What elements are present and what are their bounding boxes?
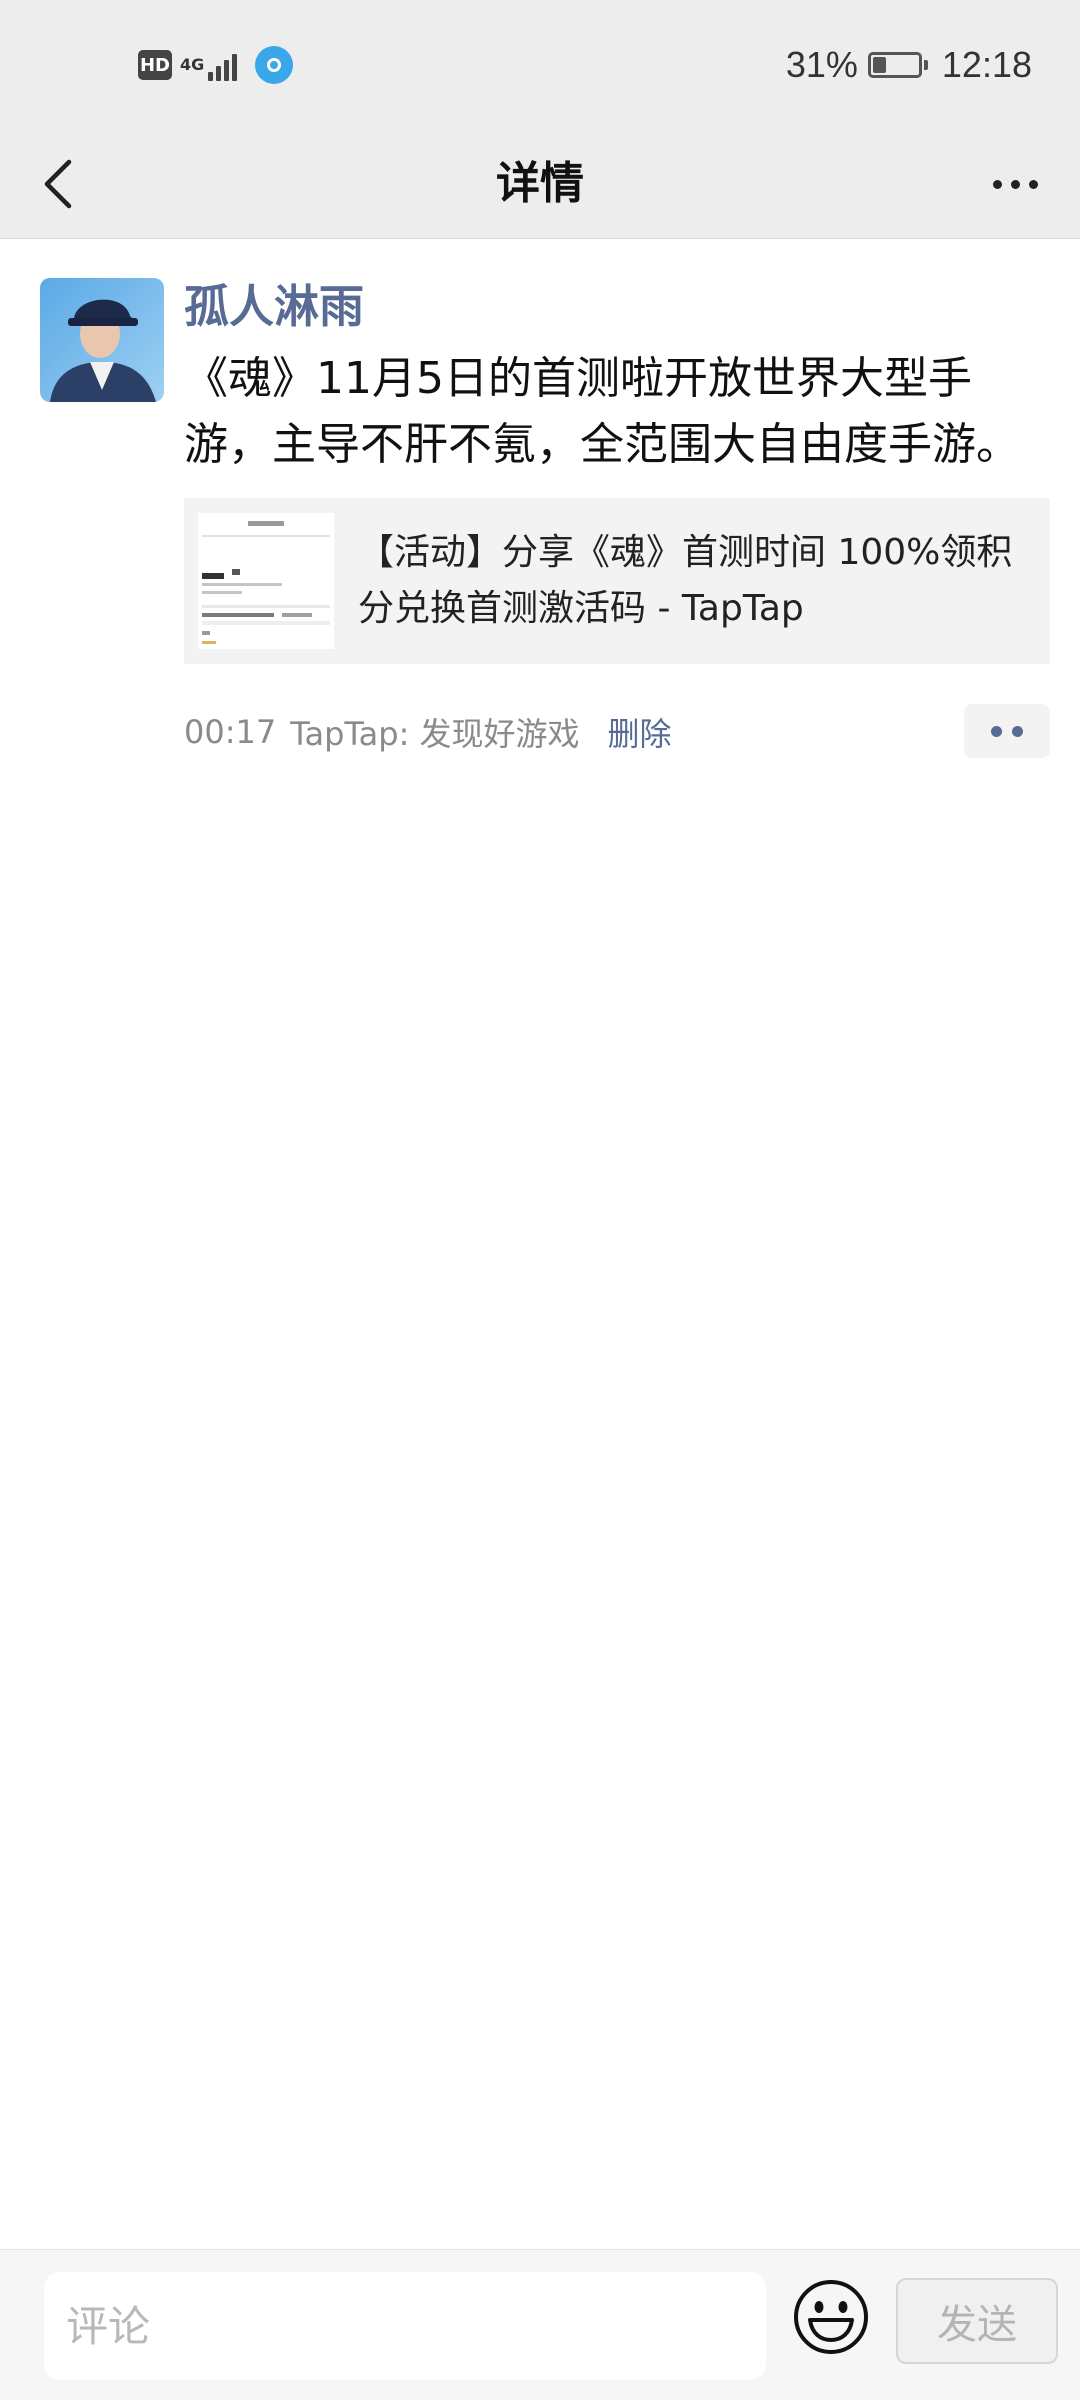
status-bar: HD 4G 31% 12:18	[0, 0, 1080, 130]
clock: 12:18	[941, 44, 1032, 85]
emoji-button[interactable]	[792, 2278, 870, 2356]
battery-percent: 31%	[785, 44, 858, 85]
post: 孤人淋雨 《魂》11月5日的首测啦开放世界大型手游，主导不肝不氪，全范围大自由度…	[184, 278, 1050, 760]
more-button[interactable]	[980, 154, 1050, 214]
smiley-icon	[794, 2280, 868, 2354]
link-thumbnail	[198, 513, 334, 649]
link-title: 【活动】分享《魂》首测时间 100%领积分兑换首测激活码 - TapTap	[358, 532, 1013, 629]
page-title: 详情	[496, 158, 584, 209]
comment-bar: 发送	[0, 2249, 1080, 2400]
author-name[interactable]: 孤人淋雨	[184, 276, 1050, 338]
battery-icon	[867, 52, 928, 78]
comment-input[interactable]	[44, 2272, 766, 2380]
post-time: 00:17	[184, 713, 277, 751]
avatar[interactable]	[40, 278, 164, 402]
post-source[interactable]: TapTap: 发现好游戏	[290, 709, 579, 755]
notification-icon	[255, 46, 293, 84]
post-meta: 00:17 TapTap: 发现好游戏 删除	[184, 704, 1050, 760]
hd-badge: HD	[138, 50, 172, 80]
nav-bar: 详情	[0, 130, 1080, 239]
back-button[interactable]	[18, 144, 98, 224]
signal-strength-icon	[208, 49, 237, 81]
like-comment-button[interactable]	[964, 704, 1050, 758]
status-bar-left: HD 4G	[138, 44, 293, 86]
more-icon	[992, 179, 1002, 189]
dots-icon	[991, 725, 1002, 737]
chevron-left-icon	[44, 159, 72, 209]
delete-button[interactable]: 删除	[608, 709, 672, 755]
link-card[interactable]: 【活动】分享《魂》首测时间 100%领积分兑换首测激活码 - TapTap	[184, 498, 1050, 664]
post-text: 《魂》11月5日的首测啦开放世界大型手游，主导不肝不氪，全范围大自由度手游。	[184, 353, 1020, 470]
network-type: 4G	[180, 55, 205, 74]
status-bar-right: 31% 12:18	[786, 40, 1032, 90]
send-button[interactable]: 发送	[896, 2278, 1058, 2364]
